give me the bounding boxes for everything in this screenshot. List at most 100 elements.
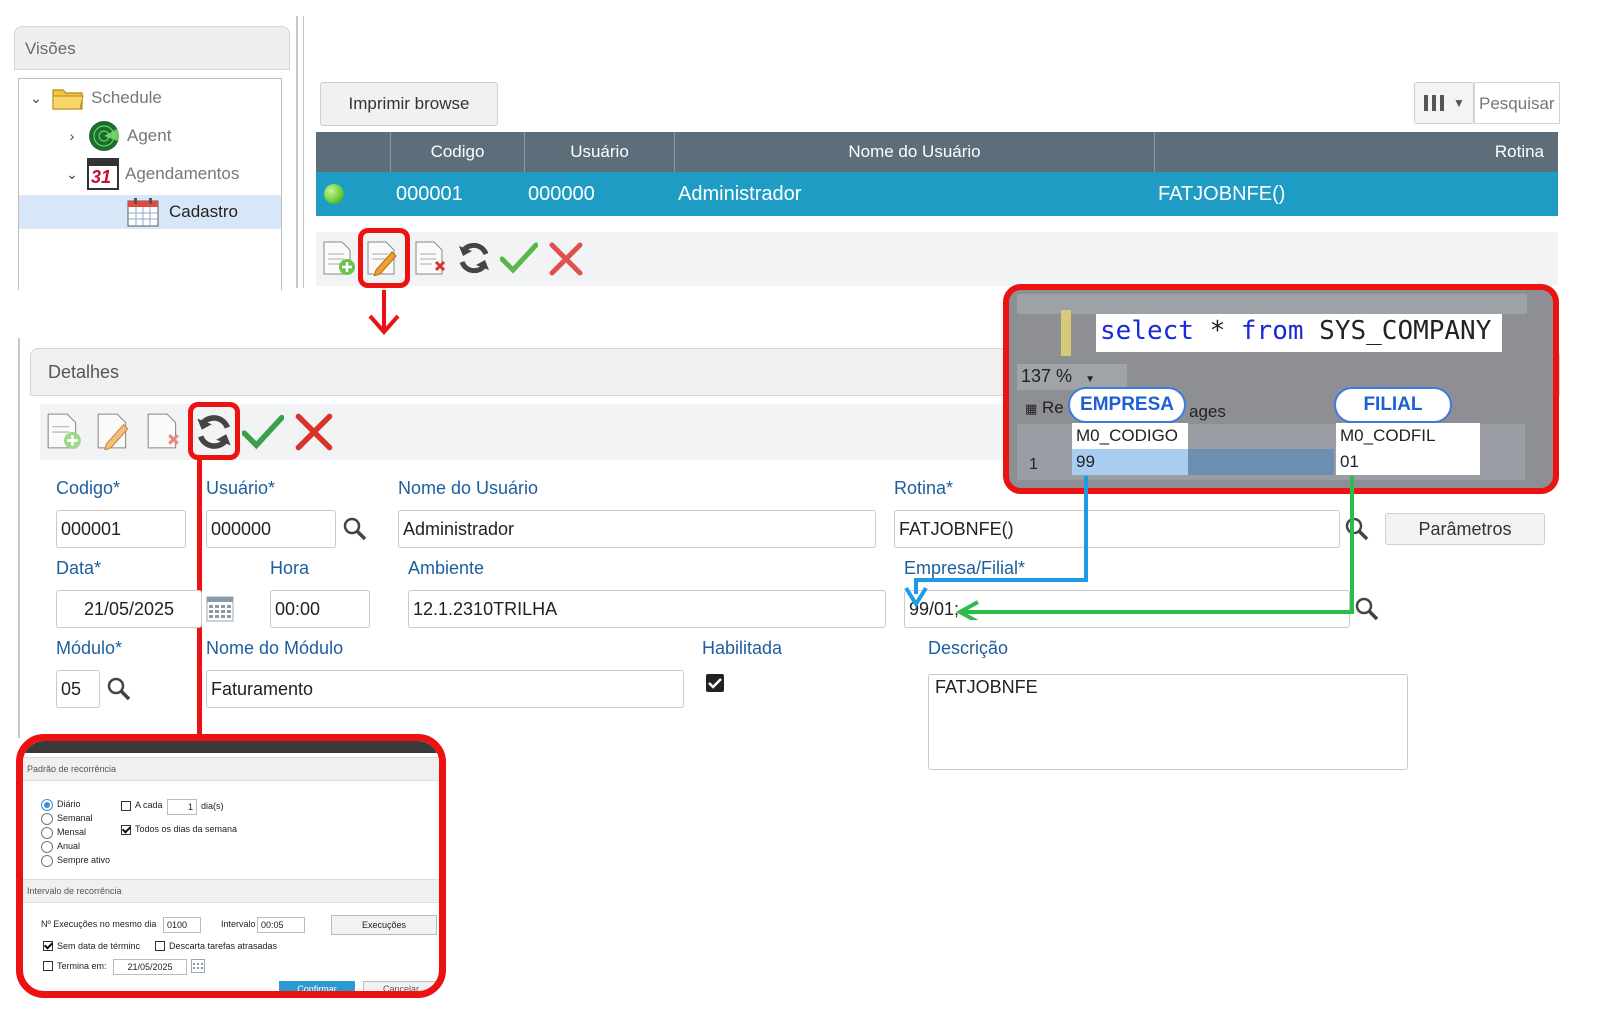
tree-item-agent[interactable]: › Agent [63, 119, 171, 153]
confirm-check-icon[interactable] [500, 242, 538, 274]
label-data: Data* [56, 558, 102, 578]
codigo-field[interactable]: 000001 [56, 510, 186, 548]
schedule-grid-icon [127, 198, 159, 227]
search-input[interactable]: Pesquisar [1474, 82, 1560, 124]
cancel-x-icon[interactable] [548, 242, 584, 276]
tree-label-cadastro: Cadastro [169, 202, 238, 221]
nome-usuario-field: Administrador [398, 510, 876, 548]
add-record-icon[interactable] [46, 412, 82, 450]
label-sem-data: Sem data de términc [57, 941, 141, 951]
radio-mensal[interactable] [41, 827, 53, 839]
todos-dias-checkbox[interactable] [121, 825, 131, 835]
recurrence-pattern-header: Padrão de recorrência [23, 757, 439, 781]
detalhes-title: Detalhes [48, 362, 120, 382]
descarta-checkbox[interactable] [155, 941, 165, 951]
radio-sempre-ativo[interactable] [41, 855, 53, 867]
columns-icon [1424, 95, 1445, 111]
termina-checkbox[interactable] [43, 961, 53, 971]
splitter-edge [303, 16, 304, 288]
ambiente-field[interactable]: 12.1.2310TRILHA [408, 590, 886, 628]
col-m0-codfil: M0_CODFIL [1336, 423, 1480, 449]
edit-record-icon[interactable] [96, 412, 132, 450]
label-descarta: Descarta tarefas atrasadas [169, 941, 278, 951]
search-icon[interactable] [342, 516, 368, 542]
execucoes-button[interactable]: Execuções [331, 915, 437, 935]
chevron-right-icon[interactable]: › [63, 128, 81, 144]
descricao-textarea[interactable]: FATJOBNFE [928, 674, 1408, 770]
label-nome-usuario: Nome do Usuário [398, 478, 539, 498]
column-picker-button[interactable]: ▼ [1414, 82, 1474, 124]
mapping-arrows [904, 476, 1354, 620]
visoes-panel: Visões ⌄ Schedule › Agent ⌄ 31 Agendamen… [14, 26, 290, 290]
tree-item-cadastro[interactable]: Cadastro [19, 195, 281, 229]
col-m0-codigo: M0_CODIGO [1072, 423, 1188, 449]
cell-usuario: 000000 [528, 182, 595, 205]
cell-codigo: 000001 [396, 182, 463, 205]
label-a-cada: A cada [135, 800, 163, 810]
a-cada-input[interactable]: 1 [167, 799, 197, 815]
tree-item-agendamentos[interactable]: ⌄ 31 Agendamentos [63, 157, 239, 191]
sql-margin-bar [1061, 310, 1071, 356]
sem-data-checkbox[interactable] [43, 941, 53, 951]
parametros-button[interactable]: Parâmetros [1385, 513, 1545, 545]
folder-icon [52, 89, 84, 110]
cell-rotina: FATJOBNFE() [1158, 182, 1286, 205]
tree-item-schedule[interactable]: ⌄ Schedule [27, 81, 162, 115]
tree-label-agendamentos: Agendamentos [125, 164, 240, 183]
hora-field[interactable]: 00:00 [270, 590, 370, 628]
label-termina: Termina em: [57, 961, 107, 971]
label-todos-dias: Todos os dias da semana [135, 824, 238, 834]
recurrence-interval-header: Intervalo de recorrência [23, 879, 439, 903]
label-anual: Anual [57, 841, 81, 851]
recurrence-callout: Padrão de recorrência Diário Semanal Men… [16, 734, 446, 998]
grid-header-nome[interactable]: Nome do Usuário [674, 132, 1154, 172]
grid-icon: ▦ [1025, 401, 1038, 416]
execucoes-input[interactable]: 0100 [163, 917, 201, 933]
label-mensal: Mensal [57, 827, 87, 837]
modulo-field[interactable]: 05 [56, 670, 100, 708]
refresh-icon[interactable] [456, 240, 492, 276]
sql-query-text: select * from SYS_COMPANY [1096, 314, 1502, 352]
visoes-header: Visões [14, 26, 290, 70]
usuario-field[interactable]: 000000 [206, 510, 336, 548]
delete-record-icon[interactable] [414, 240, 448, 276]
chevron-down-icon[interactable]: ⌄ [27, 90, 45, 107]
search-icon[interactable] [106, 676, 132, 702]
delete-record-icon[interactable] [146, 412, 182, 450]
grid-header-usuario[interactable]: Usuário [524, 132, 674, 172]
calendar-icon[interactable] [206, 596, 234, 622]
cancelar-button[interactable]: Cancelar [363, 981, 439, 991]
grid-header-rotina[interactable]: Rotina [1154, 132, 1558, 172]
calendar-icon[interactable] [191, 959, 205, 973]
confirm-check-icon[interactable] [242, 414, 284, 450]
radio-diario[interactable] [41, 799, 53, 811]
radio-semanal[interactable] [41, 813, 53, 825]
caret-down-icon: ▼ [1453, 96, 1465, 110]
label-hora: Hora [270, 558, 310, 578]
cancel-x-icon[interactable] [294, 412, 334, 452]
table-row[interactable]: 000001 000000 Administrador FATJOBNFE() [316, 172, 1558, 216]
cell-nome: Administrador [678, 182, 802, 205]
habilitada-checkbox[interactable] [706, 674, 724, 692]
data-field[interactable]: 21/05/2025 [56, 590, 202, 628]
status-dot [324, 172, 354, 216]
print-browse-button[interactable]: Imprimir browse [320, 82, 498, 126]
grid-header-codigo[interactable]: Codigo [390, 132, 524, 172]
tree-view: ⌄ Schedule › Agent ⌄ 31 Agendamentos Cad… [18, 78, 282, 290]
arrow-down-icon [368, 290, 400, 336]
intervalo-input[interactable]: 00:05 [257, 917, 305, 933]
messages-tab[interactable]: ages [1189, 402, 1226, 422]
add-record-icon[interactable] [322, 240, 356, 276]
splitter[interactable] [296, 16, 298, 288]
radar-icon [89, 121, 119, 151]
grid-header: Codigo Usuário Nome do Usuário Rotina [316, 132, 1558, 172]
radio-anual[interactable] [41, 841, 53, 853]
label-execucoes: Nº Execuções no mesmo dia [41, 919, 157, 929]
label-descricao: Descrição [928, 638, 1009, 658]
results-tab[interactable]: ▦ Re [1025, 398, 1064, 418]
chevron-down-icon[interactable]: ⌄ [63, 166, 81, 183]
termina-input[interactable]: 21/05/2025 [113, 959, 187, 975]
confirmar-button[interactable]: Confirmar [279, 981, 355, 991]
a-cada-checkbox[interactable] [121, 801, 131, 811]
tree-label-schedule: Schedule [91, 88, 162, 107]
